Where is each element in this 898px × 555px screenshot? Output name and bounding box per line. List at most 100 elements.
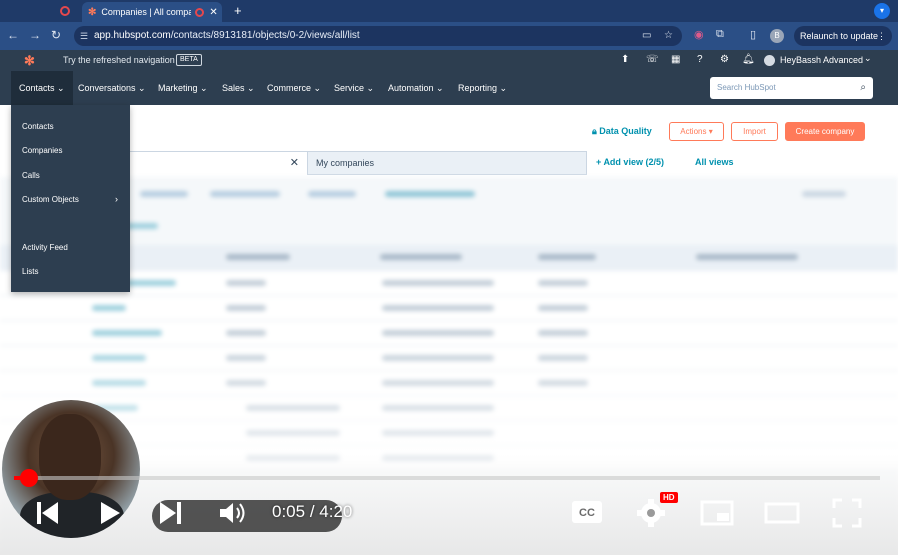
notifications-bell-icon[interactable]: 🔔︎ — [742, 54, 755, 65]
nav-conversations[interactable]: Conversations ⌄ — [78, 83, 146, 94]
all-views-link[interactable]: All views — [695, 157, 734, 167]
nav-service[interactable]: Service ⌄ — [334, 83, 374, 94]
nav-commerce[interactable]: Commerce ⌄ — [267, 83, 321, 94]
recording-icon — [60, 6, 70, 16]
browser-menu-icon[interactable]: ⋮ — [877, 26, 886, 46]
settings-gear-icon[interactable]: ⚙ — [720, 54, 729, 65]
filter-pill — [210, 191, 280, 197]
relaunch-label: Relaunch to update — [800, 31, 879, 41]
progress-scrubber-handle[interactable] — [20, 469, 38, 487]
nav-contacts[interactable]: Contacts ⌄ — [11, 71, 73, 105]
menu-item-contacts[interactable]: Contacts — [22, 122, 54, 131]
nav-sales-label: Sales — [222, 83, 245, 93]
nav-service-label: Service — [334, 83, 365, 93]
hubspot-favicon-icon: ✻ — [88, 6, 97, 18]
theater-mode-icon[interactable] — [764, 500, 800, 526]
browser-toolbar: ← → ↻ ☰ app.hubspot.com/contacts/8913181… — [0, 22, 898, 50]
tab-my-companies[interactable]: My companies — [307, 151, 587, 175]
forward-icon[interactable]: → — [29, 28, 41, 42]
help-icon[interactable]: ? — [697, 54, 703, 65]
nav-conversations-label: Conversations — [78, 83, 136, 93]
table-header — [0, 245, 898, 271]
menu-item-custom-objects[interactable]: Custom Objects — [22, 195, 79, 204]
miniplayer-icon[interactable] — [700, 500, 734, 526]
search-icon[interactable]: ⌕ — [860, 77, 866, 99]
tab-search-icon[interactable]: ▾ — [874, 3, 890, 19]
upgrade-icon[interactable]: ⬆ — [621, 54, 629, 65]
import-button[interactable]: Import — [731, 122, 778, 141]
actions-button[interactable]: Actions ▾ — [669, 122, 724, 141]
calling-icon[interactable]: ☏ — [646, 54, 659, 65]
browser-tab-strip: ✻ Companies | All companie ✕ + ▾ — [0, 0, 898, 22]
video-cast-icon[interactable]: ▭ — [642, 26, 651, 46]
menu-item-activity-feed[interactable]: Activity Feed — [22, 243, 68, 252]
menu-item-calls[interactable]: Calls — [22, 171, 40, 180]
hd-badge: HD — [660, 492, 678, 503]
play-icon[interactable] — [98, 500, 122, 526]
video-time: 0:05 / 4:20 — [272, 502, 353, 521]
tab-title: Companies | All companie — [101, 7, 192, 17]
profile-avatar[interactable]: B — [770, 29, 784, 43]
add-view-button[interactable]: + Add view (2/5) — [596, 157, 664, 167]
column-header — [538, 254, 596, 260]
account-avatar[interactable] — [764, 55, 775, 66]
data-quality-label: Data Quality — [599, 126, 652, 136]
column-header — [380, 254, 462, 260]
column-header — [226, 254, 290, 260]
nav-sales[interactable]: Sales ⌄ — [222, 83, 255, 94]
url-host: app.hubspot.com — [94, 30, 171, 41]
nav-commerce-label: Commerce — [267, 83, 312, 93]
presenter-face — [39, 414, 101, 500]
relaunch-button[interactable]: Relaunch to update ⋮ — [794, 26, 892, 46]
nav-automation-label: Automation — [388, 83, 434, 93]
close-tab-icon[interactable]: ✕ — [209, 7, 217, 18]
video-progress-bar[interactable] — [14, 476, 880, 480]
menu-item-companies[interactable]: Companies — [22, 146, 62, 155]
data-quality-link[interactable]: 🔒︎ Data Quality — [592, 126, 652, 137]
contacts-dropdown-menu: Contacts Companies Calls Custom Objects … — [11, 105, 130, 292]
duration: 4:20 — [319, 502, 353, 521]
side-panel-icon[interactable]: ▯ — [750, 28, 756, 41]
back-icon[interactable]: ← — [7, 28, 19, 42]
try-refreshed-nav-text[interactable]: Try the refreshed navigation — [63, 55, 175, 65]
nav-marketing-label: Marketing — [158, 83, 198, 93]
nav-marketing[interactable]: Marketing ⌄ — [158, 83, 208, 94]
extensions-puzzle-icon[interactable]: ⧉ — [716, 28, 724, 41]
account-name[interactable]: HeyBassh Advanced — [780, 55, 863, 65]
chevron-right-icon: › — [115, 194, 118, 204]
site-info-icon[interactable]: ☰ — [80, 26, 88, 46]
address-bar[interactable]: ☰ app.hubspot.com/contacts/8913181/objec… — [74, 26, 682, 46]
new-tab-button[interactable]: + — [234, 3, 242, 18]
beta-badge: BETA — [176, 54, 202, 66]
close-icon[interactable]: ✕ — [290, 156, 299, 169]
tab-all-companies[interactable]: ✕ — [130, 151, 307, 175]
filter-pill — [385, 191, 475, 197]
previous-icon[interactable] — [36, 500, 60, 526]
bookmark-star-icon[interactable]: ☆ — [664, 26, 673, 46]
nav-reporting[interactable]: Reporting ⌄ — [458, 83, 507, 94]
view-tabs: ✕ My companies + Add view (2/5) All view… — [0, 151, 898, 175]
marketplace-icon[interactable]: ▦ — [671, 54, 680, 65]
table-row — [0, 271, 898, 296]
search-placeholder: Search HubSpot — [717, 83, 776, 92]
nav-automation[interactable]: Automation ⌄ — [388, 83, 444, 94]
filter-pill — [140, 191, 188, 197]
create-company-button[interactable]: Create company — [785, 122, 865, 141]
browser-tab-active[interactable]: ✻ Companies | All companie ✕ — [82, 2, 222, 22]
hubspot-top-bar: ✻ Try the refreshed navigation BETA ⬆ ☏ … — [0, 50, 898, 71]
recording-icon — [195, 7, 205, 17]
reload-icon[interactable]: ↻ — [51, 28, 61, 42]
filter-pill — [802, 191, 846, 197]
hubspot-logo-icon[interactable]: ✻ — [24, 53, 35, 69]
next-icon[interactable] — [158, 500, 182, 526]
nav-reporting-label: Reporting — [458, 83, 498, 93]
volume-icon[interactable] — [218, 500, 248, 526]
fullscreen-icon[interactable] — [832, 498, 862, 528]
url-path: /contacts/8913181/objects/0-2/views/all/… — [170, 30, 360, 41]
search-input[interactable]: Search HubSpot ⌕ — [710, 77, 873, 99]
svg-text:CC: CC — [579, 507, 595, 519]
extension-icon[interactable]: ◉ — [694, 28, 704, 41]
chevron-down-icon[interactable]: ⌄ — [864, 53, 872, 64]
menu-item-lists[interactable]: Lists — [22, 267, 38, 276]
closed-captions-icon[interactable]: CC — [571, 500, 603, 524]
